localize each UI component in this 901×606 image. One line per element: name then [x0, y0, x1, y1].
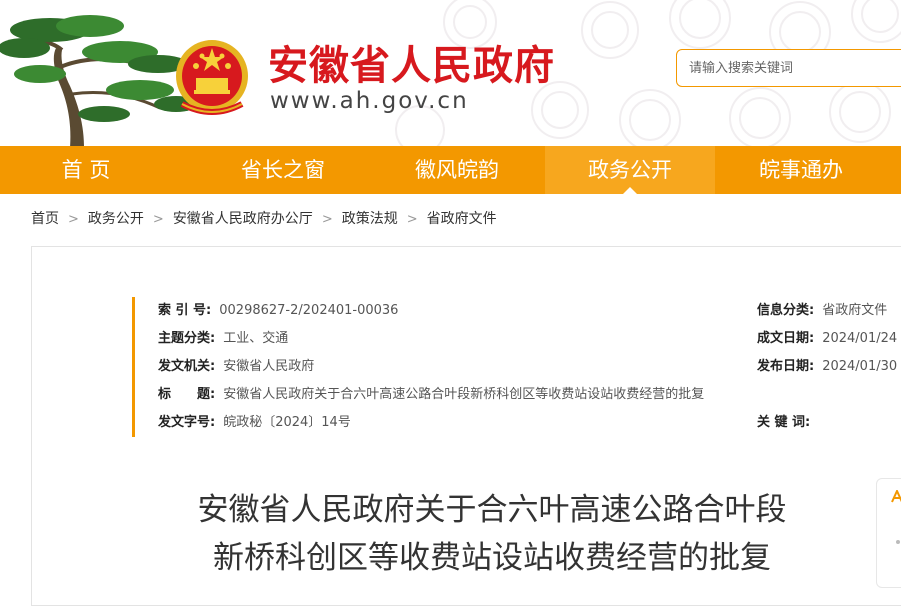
breadcrumb-home[interactable]: 首页 [31, 211, 59, 227]
meta-accent-bar [132, 297, 135, 437]
document-title-line-2: 新桥科创区等收费站设站收费经营的批复 [213, 540, 771, 576]
nav-item-anhui-culture[interactable]: 徽风皖韵 [398, 146, 516, 194]
breadcrumb-provincial-documents[interactable]: 省政府文件 [427, 211, 497, 227]
nav-item-online-services[interactable]: 皖事通办 [742, 146, 860, 194]
meta-created-label: 成文日期: [757, 331, 815, 346]
meta-issuer: 发文机关: 安徽省人民政府 [158, 358, 314, 376]
meta-published: 发布日期: 2024/01/30 [757, 358, 897, 376]
side-toolbar-dot [896, 540, 900, 544]
meta-index-value: 00298627-2/202401-00036 [219, 303, 399, 318]
meta-published-label: 发布日期: [757, 359, 815, 374]
meta-title: 标 题: 安徽省人民政府关于合六叶高速公路合叶段新桥科创区等收费站设站收费经营的批… [158, 386, 704, 404]
breadcrumb-policies[interactable]: 政策法规 [342, 211, 398, 227]
breadcrumb-separator: > [406, 212, 418, 227]
meta-published-value: 2024/01/30 [822, 359, 898, 374]
site-header: 安徽省人民政府 www.ah.gov.cn [0, 0, 901, 146]
meta-category-value: 省政府文件 [822, 303, 888, 318]
breadcrumb-separator: > [152, 212, 164, 227]
nav-item-home[interactable]: 首 页 [28, 146, 144, 194]
meta-topic-label: 主题分类: [158, 331, 216, 346]
national-emblem-icon [176, 40, 248, 115]
breadcrumb-government-affairs[interactable]: 政务公开 [88, 211, 144, 227]
nav-item-government-affairs[interactable]: 政务公开 [545, 146, 715, 194]
meta-created: 成文日期: 2024/01/24 [757, 330, 897, 348]
font-size-icon[interactable] [891, 490, 901, 504]
meta-keywords: 关 键 词: [757, 414, 818, 432]
meta-index-label: 索 引 号: [158, 303, 212, 318]
meta-category-label: 信息分类: [757, 303, 815, 318]
breadcrumb-separator: > [68, 212, 79, 227]
breadcrumb-general-office[interactable]: 安徽省人民政府办公厅 [173, 211, 313, 227]
meta-keywords-label: 关 键 词: [757, 415, 811, 430]
meta-docno-value: 皖政秘〔2024〕14号 [223, 415, 351, 430]
document-title: 安徽省人民政府关于合六叶高速公路合叶段 新桥科创区等收费站设站收费经营的批复 [160, 486, 824, 582]
meta-title-value: 安徽省人民政府关于合六叶高速公路合叶段新桥科创区等收费站设站收费经营的批复 [223, 387, 705, 402]
site-name: 安徽省人民政府 [268, 43, 555, 89]
site-url: www.ah.gov.cn [270, 88, 469, 114]
nav-item-governor-window[interactable]: 省长之窗 [224, 146, 342, 194]
meta-docno-label: 发文字号: [158, 415, 216, 430]
meta-category: 信息分类: 省政府文件 [757, 302, 887, 320]
document-title-line-1: 安徽省人民政府关于合六叶高速公路合叶段 [197, 492, 787, 528]
meta-issuer-label: 发文机关: [158, 359, 216, 374]
meta-issuer-value: 安徽省人民政府 [223, 359, 315, 374]
breadcrumb-separator: > [321, 212, 333, 227]
huangshan-pine-icon [0, 15, 198, 146]
meta-created-value: 2024/01/24 [822, 331, 898, 346]
breadcrumb: 首页 > 政务公开 > 安徽省人民政府办公厅 > 政策法规 > 省政府文件 [31, 208, 497, 230]
meta-title-label: 标 题: [158, 387, 216, 402]
meta-topic-value: 工业、交通 [223, 331, 289, 346]
search-input[interactable] [676, 49, 901, 87]
meta-index: 索 引 号: 00298627-2/202401-00036 [158, 302, 398, 320]
main-nav: 首 页 省长之窗 徽风皖韵 政务公开 皖事通办 [0, 146, 901, 194]
meta-topic: 主题分类: 工业、交通 [158, 330, 288, 348]
meta-docno: 发文字号: 皖政秘〔2024〕14号 [158, 414, 351, 432]
